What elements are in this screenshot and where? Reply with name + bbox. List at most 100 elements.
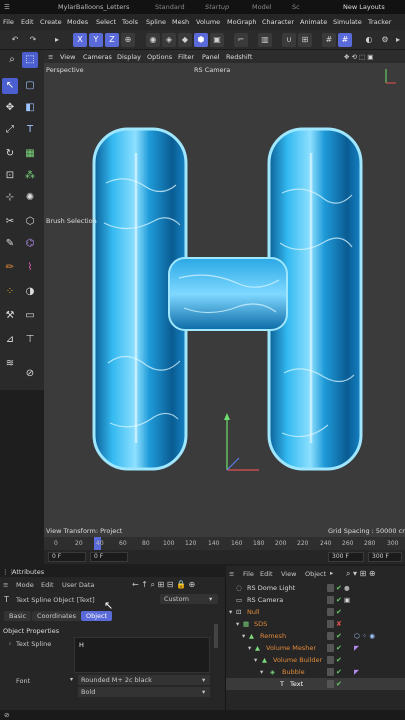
subdivision-icon[interactable]: ▦: [22, 146, 38, 162]
menu-edit[interactable]: Edit: [21, 18, 34, 26]
om-menu-edit[interactable]: Edit: [260, 570, 273, 578]
layer-dot[interactable]: [327, 680, 334, 688]
layout-startup[interactable]: Startup: [205, 3, 229, 11]
axis-x-toggle[interactable]: X: [73, 33, 87, 47]
keyframe-dot-icon[interactable]: ◦: [8, 640, 12, 648]
tab-object[interactable]: Object: [81, 611, 113, 621]
locking-icon[interactable]: ⊞: [298, 33, 312, 47]
tab-coordinates[interactable]: Coordinates: [32, 611, 82, 621]
menu-select[interactable]: Select: [96, 18, 116, 26]
object-row-volume-mesher[interactable]: ▾ ▲ Volume Mesher ✔ ◤: [226, 642, 405, 654]
spline-pen-icon[interactable]: ✎: [2, 236, 18, 252]
rotate-tool-icon[interactable]: ↻: [2, 146, 18, 162]
scale-tool-icon[interactable]: ⤢: [2, 122, 18, 138]
knife-icon[interactable]: ✂: [2, 214, 18, 230]
tag-icon[interactable]: ▣: [344, 594, 350, 606]
move-tool-icon[interactable]: ✥: [2, 100, 18, 116]
points-mode-icon[interactable]: ◉: [146, 33, 160, 47]
weight-icon[interactable]: ⊿: [2, 332, 18, 348]
live-selection-icon[interactable]: ⬚: [22, 52, 38, 68]
menu-simulate[interactable]: Simulate: [333, 18, 362, 26]
axis-y-toggle[interactable]: Y: [89, 33, 103, 47]
om-menu-view[interactable]: View: [281, 570, 296, 578]
redo-icon[interactable]: ↷: [26, 33, 40, 47]
preset-dropdown[interactable]: Custom ▾: [160, 594, 218, 604]
viewport-menu-icon[interactable]: ≡: [48, 53, 53, 61]
collapse-icon[interactable]: ▾: [242, 630, 245, 642]
collapse-icon[interactable]: ▾: [229, 606, 232, 618]
floor-icon[interactable]: ⊤: [22, 332, 38, 348]
vp-menu-redshift[interactable]: Redshift: [226, 53, 252, 61]
om-menu-more[interactable]: ▸: [330, 569, 333, 577]
pen-tool-icon[interactable]: ⊘: [22, 366, 38, 382]
spline-icon[interactable]: ⌇: [22, 260, 38, 276]
enabled-check-icon[interactable]: ✔: [336, 596, 344, 604]
texture-mode-icon[interactable]: ▣: [210, 33, 224, 47]
object-row-sds[interactable]: ▾ ▦ SDS ✘: [226, 618, 405, 630]
cloner-icon[interactable]: ⁂: [22, 168, 38, 184]
attr-menu-edit[interactable]: Edit: [41, 581, 54, 589]
enabled-check-icon[interactable]: ✔: [336, 644, 344, 652]
new-layouts-button[interactable]: New Layouts: [343, 3, 385, 11]
scrollbar[interactable]: [214, 624, 218, 648]
status-icon[interactable]: ⊘: [4, 711, 9, 719]
object-row-remesh[interactable]: ▾ ▲ Remesh ✔ ⬡ ⁘ ◉: [226, 630, 405, 642]
layout-more[interactable]: Sc: [292, 3, 300, 11]
menu-mesh[interactable]: Mesh: [172, 18, 189, 26]
layout-standard[interactable]: Standard: [155, 3, 185, 11]
end-frame-field[interactable]: 300 F: [328, 552, 364, 562]
tag-icons[interactable]: ⬡ ⁘ ◉: [354, 630, 375, 642]
menu-mograph[interactable]: MoGraph: [227, 18, 257, 26]
paint-icon[interactable]: ✏: [2, 260, 18, 276]
max-frame-field[interactable]: 300 F: [368, 552, 402, 562]
polygons-mode-icon[interactable]: ◆: [178, 33, 192, 47]
current-frame-field[interactable]: 0 F: [90, 552, 128, 562]
text-spline-input[interactable]: H: [74, 637, 210, 673]
coordinate-system-icon[interactable]: ⊕: [121, 33, 135, 47]
collapse-icon[interactable]: ▾: [260, 666, 263, 678]
vp-nav-icon[interactable]: ✥ ⟲ ⬚ ▣: [344, 53, 373, 61]
vp-menu-options[interactable]: Options: [147, 53, 172, 61]
font-family-dropdown[interactable]: Rounded M+ 2c black ▾: [78, 675, 210, 685]
tag-icon[interactable]: ●: [344, 582, 350, 594]
layer-dot[interactable]: [327, 608, 334, 616]
document-tab[interactable]: MylarBalloons_Letters: [58, 3, 129, 11]
menu-tracker[interactable]: Tracker: [368, 18, 391, 26]
magnet-icon[interactable]: ∪: [282, 33, 296, 47]
object-row-null[interactable]: ▾ ⊡ Null ✔: [226, 606, 405, 618]
menu-animate[interactable]: Animate: [300, 18, 327, 26]
tag-icon[interactable]: ◤: [354, 642, 359, 654]
more-icon[interactable]: ▸: [393, 33, 403, 47]
edges-mode-icon[interactable]: ◈: [162, 33, 176, 47]
layer-dot[interactable]: [327, 668, 334, 676]
enabled-check-icon[interactable]: ✔: [336, 608, 344, 616]
enabled-check-icon[interactable]: ✔: [336, 632, 344, 640]
menu-spline[interactable]: Spline: [146, 18, 166, 26]
layer-dot[interactable]: [327, 596, 334, 604]
object-row-camera[interactable]: ▭ RS Camera ✔ ▣: [226, 594, 405, 606]
vp-menu-display[interactable]: Display: [117, 53, 141, 61]
rectangle-icon[interactable]: ▢: [22, 78, 38, 94]
layer-dot[interactable]: [327, 656, 334, 664]
start-frame-field[interactable]: 0 F: [48, 552, 86, 562]
tab-basic[interactable]: Basic: [4, 611, 32, 621]
collapse-icon[interactable]: ▾: [248, 642, 251, 654]
field-icon[interactable]: ⬡: [22, 214, 38, 230]
collapse-icon[interactable]: ▾: [236, 618, 239, 630]
vp-menu-view[interactable]: View: [60, 53, 75, 61]
camera-icon[interactable]: ▭: [22, 308, 38, 324]
layer-dot[interactable]: [327, 620, 334, 628]
3d-viewport[interactable]: Perspective RS Camera Brush Selection Vi…: [44, 63, 405, 537]
om-toolbar-icons[interactable]: ⌕ ▾ ⊞ ⊕: [346, 569, 376, 579]
om-menu-object[interactable]: Object: [305, 570, 326, 578]
tag-icon[interactable]: ◤: [354, 666, 359, 678]
menu-volume[interactable]: Volume: [196, 18, 220, 26]
layer-dot[interactable]: [327, 632, 334, 640]
render-view-icon[interactable]: ◐: [362, 33, 376, 47]
snap-icon[interactable]: ⌐: [234, 33, 248, 47]
enabled-check-icon[interactable]: ✔: [336, 584, 344, 592]
enabled-check-icon[interactable]: ✔: [336, 680, 344, 688]
disabled-x-icon[interactable]: ✘: [336, 620, 344, 628]
collapse-icon[interactable]: ▾: [254, 654, 257, 666]
layer-dot[interactable]: [327, 584, 334, 592]
